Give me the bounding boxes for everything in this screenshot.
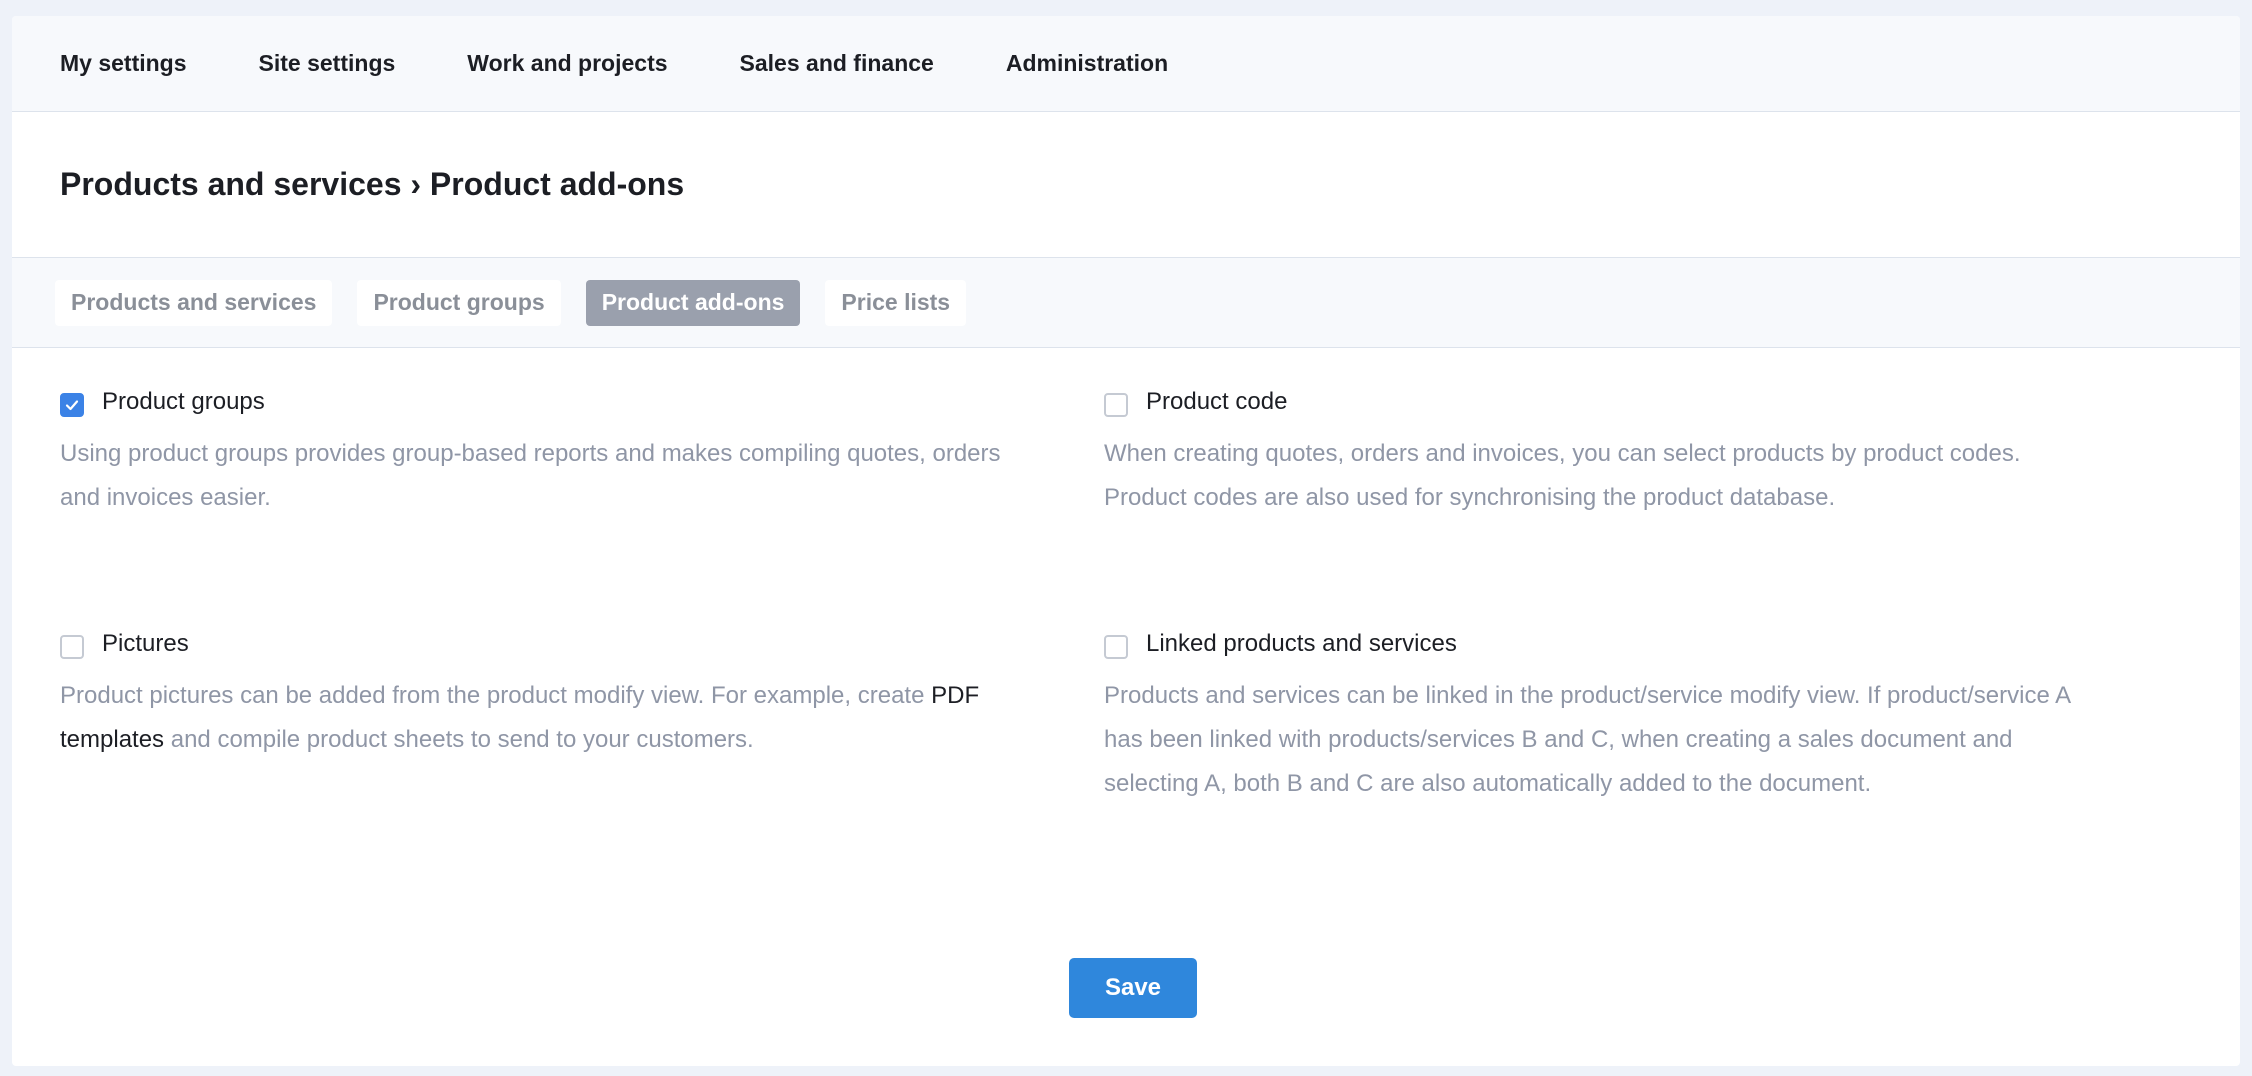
save-button[interactable]: Save xyxy=(1069,958,1197,1018)
pictures-description-end: and compile product sheets to send to yo… xyxy=(164,726,754,753)
option-product-groups: Product groups Using product groups prov… xyxy=(60,386,1030,520)
settings-card: My settings Site settings Work and proje… xyxy=(12,16,2240,1066)
pictures-description: Product pictures can be added from the p… xyxy=(60,674,1030,762)
tab-products-and-services[interactable]: Products and services xyxy=(55,279,333,326)
product-code-label[interactable]: Product code xyxy=(1146,388,1287,416)
checkmark-icon xyxy=(65,400,79,411)
tab-price-lists[interactable]: Price lists xyxy=(825,279,967,326)
form-actions: Save xyxy=(12,958,2240,1018)
tab-bar: Products and services Product groups Pro… xyxy=(12,258,2240,348)
tab-product-groups[interactable]: Product groups xyxy=(357,279,561,326)
nav-site-settings[interactable]: Site settings xyxy=(259,50,396,77)
page-header: Products and services › Product add-ons xyxy=(12,112,2240,258)
option-linked-products: Linked products and services Products an… xyxy=(1104,628,2084,806)
add-on-options: Product groups Using product groups prov… xyxy=(12,348,2240,908)
pictures-label[interactable]: Pictures xyxy=(102,630,189,658)
pictures-checkbox[interactable] xyxy=(60,635,84,659)
product-code-checkbox[interactable] xyxy=(1104,393,1128,417)
nav-work-and-projects[interactable]: Work and projects xyxy=(467,50,667,77)
product-groups-description: Using product groups provides group-base… xyxy=(60,440,1001,511)
product-groups-checkbox[interactable] xyxy=(60,393,84,417)
nav-administration[interactable]: Administration xyxy=(1006,50,1168,77)
linked-products-description: Products and services can be linked in t… xyxy=(1104,682,2070,797)
product-groups-label[interactable]: Product groups xyxy=(102,388,265,416)
nav-my-settings[interactable]: My settings xyxy=(60,50,187,77)
page-title: Products and services › Product add-ons xyxy=(60,166,685,202)
top-navigation: My settings Site settings Work and proje… xyxy=(12,16,2240,112)
tab-product-add-ons[interactable]: Product add-ons xyxy=(585,279,801,326)
pictures-description-start: Product pictures can be added from the p… xyxy=(60,682,932,709)
option-product-code: Product code When creating quotes, order… xyxy=(1104,386,2074,520)
linked-products-label[interactable]: Linked products and services xyxy=(1146,630,1457,658)
linked-products-checkbox[interactable] xyxy=(1104,635,1128,659)
option-pictures: Pictures Product pictures can be added f… xyxy=(60,628,1030,762)
product-code-description: When creating quotes, orders and invoice… xyxy=(1104,440,2021,511)
nav-sales-and-finance[interactable]: Sales and finance xyxy=(740,50,934,77)
